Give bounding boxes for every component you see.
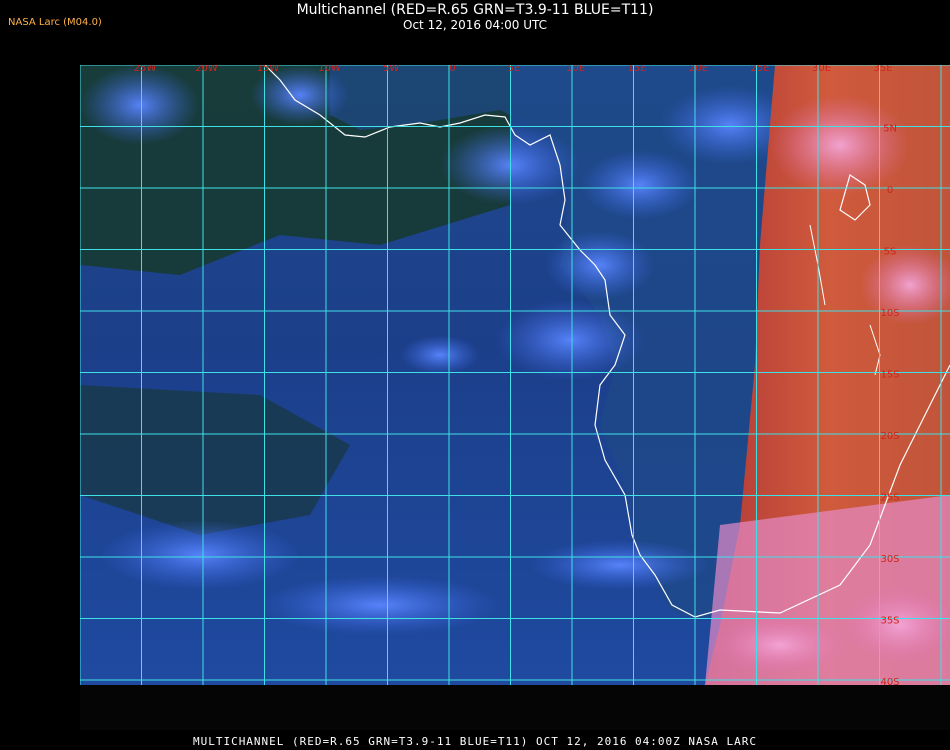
longitude-label: 20W	[195, 65, 218, 74]
cloud-cluster	[260, 575, 500, 635]
longitude-label: 35E	[873, 65, 892, 74]
latitude-label: 0	[887, 185, 893, 196]
cloud-cluster	[545, 230, 655, 300]
longitude-label: 0	[449, 65, 455, 74]
latitude-label: 40S	[880, 677, 899, 685]
latitude-label: 10S	[880, 308, 899, 319]
longitude-label: 30E	[812, 65, 831, 74]
latitude-label: 25S	[880, 493, 899, 504]
cloud-cluster	[495, 300, 645, 380]
cloud-cluster	[580, 150, 700, 220]
latitude-label: 5S	[884, 247, 897, 258]
organization-label: NASA Larc (M04.0)	[8, 17, 102, 28]
latitude-label: 20S	[880, 431, 899, 442]
satellite-image-svg: 25W 20W 15W 10W 5W 0 5E 10E 15E 20E 25E 30E 35E 5N 0 5S…	[80, 65, 950, 685]
longitude-label: 20E	[689, 65, 708, 74]
daylight-cloud	[770, 95, 910, 195]
longitude-label: 15E	[627, 65, 646, 74]
cloud-cluster	[100, 520, 300, 590]
longitude-label: 10W	[318, 65, 341, 74]
latitude-label: 5N	[883, 124, 897, 135]
no-data-strip	[80, 685, 950, 730]
satellite-map: 25W 20W 15W 10W 5W 0 5E 10E 15E 20E 25E 30E 35E 5N 0 5S…	[80, 65, 950, 685]
longitude-label: 15W	[257, 65, 280, 74]
longitude-label: 5E	[508, 65, 521, 74]
latitude-label: 30S	[880, 554, 899, 565]
longitude-label: 5W	[383, 65, 399, 74]
longitude-label: 25W	[134, 65, 157, 74]
cloud-cluster	[530, 540, 710, 590]
latitude-label: 35S	[880, 616, 899, 627]
latitude-label: 15S	[880, 370, 899, 381]
image-title: Multichannel (RED=R.65 GRN=T3.9-11 BLUE=…	[296, 2, 654, 18]
cloud-cluster	[400, 335, 480, 375]
cloud-cluster	[80, 65, 200, 145]
longitude-label: 10E	[566, 65, 585, 74]
longitude-label: 25E	[750, 65, 769, 74]
footer-caption: MULTICHANNEL (RED=R.65 GRN=T3.9-11 BLUE=…	[192, 735, 758, 748]
image-timestamp: Oct 12, 2016 04:00 UTC	[403, 18, 547, 32]
daylight-cloud	[710, 615, 850, 675]
